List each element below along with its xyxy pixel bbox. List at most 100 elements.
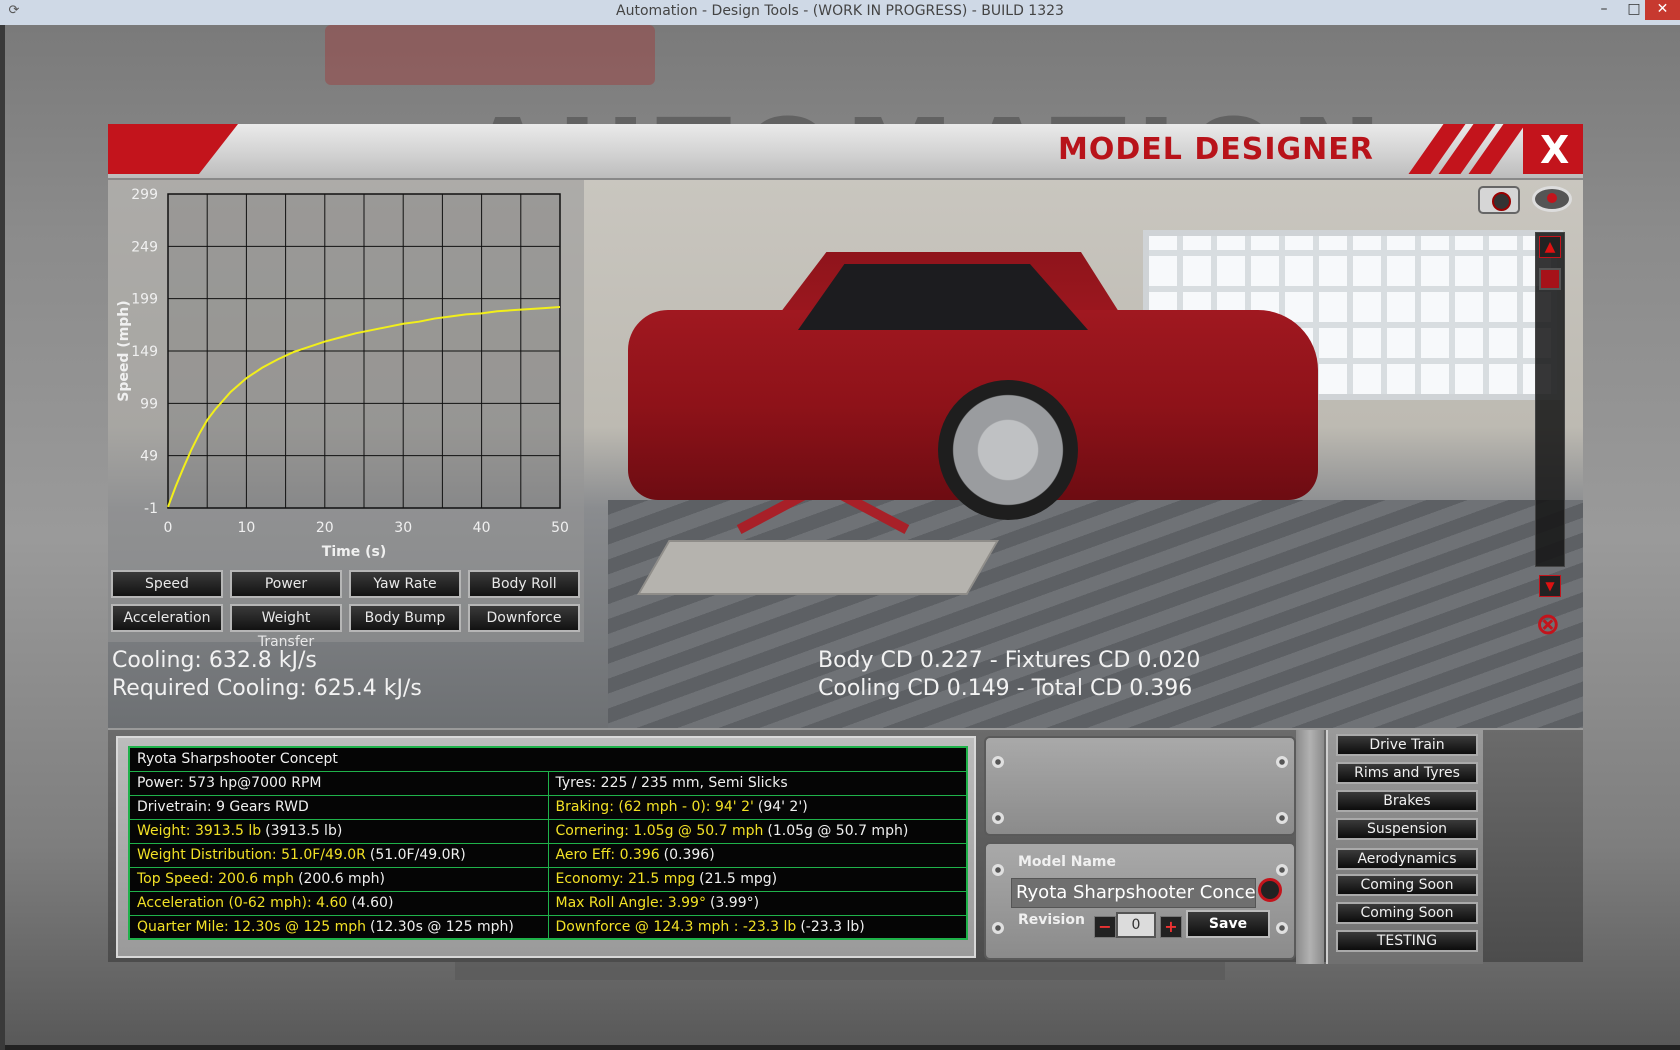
rivet [1276, 922, 1288, 934]
model-name-label: Model Name [1018, 854, 1116, 870]
menu-brakes[interactable]: Brakes [1336, 790, 1478, 812]
rivet [992, 922, 1004, 934]
chart-tab-body-bump[interactable]: Body Bump [349, 604, 461, 632]
stats-cell-left: Power: 573 hp@7000 RPM [128, 770, 549, 796]
background-banner [325, 25, 655, 85]
cooling-readout: Cooling: 632.8 kJ/s [112, 648, 317, 673]
x-tick-label: 10 [237, 520, 255, 536]
chart-tab-power[interactable]: Power [230, 570, 342, 598]
y-tick-label: 99 [140, 396, 158, 412]
minimize-button[interactable]: – [1590, 0, 1618, 20]
empty-plate [984, 736, 1296, 836]
model-name-plate: Model Name Ryota Sharpshooter Concept Re… [984, 842, 1296, 960]
panel-title: MODEL DESIGNER [1058, 132, 1374, 167]
chart-tab-weight-transfer[interactable]: Weight Transfer [230, 604, 342, 650]
chart-tab-acceleration[interactable]: Acceleration [111, 604, 223, 632]
stat-value: Aero Eff: 0.396 [555, 847, 660, 863]
y-tick-label: 299 [131, 187, 158, 203]
stat-value-baseline: (200.6 mph) [298, 871, 385, 887]
scrollbar-thumb[interactable] [1539, 268, 1561, 290]
window-title: Automation - Design Tools - (WORK IN PRO… [616, 3, 1064, 19]
stats-row: Top Speed: 200.6 mph (200.6 mph) Economy: … [128, 866, 968, 892]
chart-tab-yaw-rate[interactable]: Yaw Rate [349, 570, 461, 598]
stat-value-baseline: (4.60) [351, 895, 394, 911]
chart-tab-downforce[interactable]: Downforce [468, 604, 580, 632]
app-icon[interactable]: ⟳ [6, 3, 22, 19]
stat-value: Downforce @ 124.3 mph : -23.3 lb [555, 918, 797, 935]
stats-row: Weight Distribution: 51.0F/49.0R (51.0F/4… [128, 842, 968, 868]
menu-suspension[interactable]: Suspension [1336, 818, 1478, 840]
menu-testing[interactable]: TESTING [1336, 930, 1478, 952]
stat-value-baseline: (1.05g @ 50.7 mph) [767, 823, 909, 839]
menu-coming-soon[interactable]: Coming Soon [1336, 874, 1478, 896]
chart-tab-body-roll[interactable]: Body Roll [468, 570, 580, 598]
rivet [992, 756, 1004, 768]
y-tick-label: -1 [144, 501, 158, 517]
stats-row: Quarter Mile: 12.30s @ 125 mph (12.30s @ … [128, 914, 968, 940]
stat-value: Weight: 3913.5 lb [137, 823, 262, 839]
eye-icon[interactable] [1532, 186, 1572, 212]
model-designer-panel: MODEL DESIGNER X ▲ ▼ ⊗ Body CD 0.227 - F… [108, 124, 1583, 964]
x-tick-label: 50 [551, 520, 569, 536]
menu-coming-soon[interactable]: Coming Soon [1336, 902, 1478, 924]
stats-cell-right: Aero Eff: 0.396 (0.396) [547, 842, 968, 868]
stats-cell-left: Weight Distribution: 51.0F/49.0R (51.0F/4… [128, 842, 549, 868]
rivet [992, 812, 1004, 824]
stats-cell-left: Acceleration (0-62 mph): 4.60 (4.60) [128, 890, 549, 916]
x-tick-label: 30 [394, 520, 412, 536]
refresh-name-icon[interactable] [1258, 878, 1282, 902]
stats-cell-left: Drivetrain: 9 Gears RWD [128, 794, 549, 820]
menu-rims-and-tyres[interactable]: Rims and Tyres [1336, 762, 1478, 784]
stats-cell-left: Quarter Mile: 12.30s @ 125 mph (12.30s @ … [128, 914, 549, 940]
stat-value: Power: 573 hp@7000 RPM [137, 775, 322, 791]
stats-cell-right: Cornering: 1.05g @ 50.7 mph (1.05g @ 50.7… [547, 818, 968, 844]
bottom-info-panel: Ryota Sharpshooter Concept Power: 573 hp… [108, 728, 1583, 964]
window-close-button[interactable]: ✕ [1645, 0, 1680, 20]
y-tick-label: 249 [131, 239, 158, 255]
stats-cell-right: Tyres: 225 / 235 mm, Semi Slicks [547, 770, 968, 796]
chart-tab-speed[interactable]: Speed [111, 570, 223, 598]
revision-plus-button[interactable]: + [1160, 916, 1182, 938]
stat-value: Weight Distribution: 51.0F/49.0R [137, 847, 366, 863]
stats-row: Power: 573 hp@7000 RPM Tyres: 225 / 235 m… [128, 770, 968, 796]
car-wheel [938, 380, 1078, 520]
stat-value: Tyres: 225 / 235 mm, Semi Slicks [555, 775, 788, 791]
chevron-down-icon[interactable]: ▼ [1539, 575, 1561, 597]
stats-cell-right: Braking: (62 mph - 0): 94' 2' (94' 2') [547, 794, 968, 820]
y-tick-label: 199 [131, 292, 158, 308]
x-tick-label: 20 [316, 520, 334, 536]
rivet [1276, 812, 1288, 824]
stat-value: Braking: (62 mph - 0): 94' 2' [555, 799, 754, 815]
chevron-up-icon[interactable]: ▲ [1539, 236, 1561, 258]
close-button[interactable]: X [1540, 128, 1569, 172]
model-name-input[interactable]: Ryota Sharpshooter Concept [1011, 878, 1256, 908]
rivet [1276, 756, 1288, 768]
revision-value: 0 [1116, 912, 1156, 938]
maximize-button[interactable]: □ [1620, 0, 1648, 20]
lift-base [637, 540, 999, 595]
revision-label: Revision [1018, 912, 1085, 928]
x-tick-label: 40 [473, 520, 491, 536]
stat-value: Acceleration (0-62 mph): 4.60 [137, 895, 348, 911]
panel-header: MODEL DESIGNER X [108, 124, 1583, 180]
reset-view-icon[interactable]: ⊗ [1528, 610, 1568, 640]
stats-model-name: Ryota Sharpshooter Concept [128, 746, 968, 772]
menu-aerodynamics[interactable]: Aerodynamics [1336, 848, 1478, 870]
body-cd-readout: Body CD 0.227 - Fixtures CD 0.020 [818, 648, 1201, 673]
taskbar-strip [5, 1045, 1680, 1050]
bolt-column [1296, 730, 1324, 964]
stat-value: Cornering: 1.05g @ 50.7 mph [555, 823, 764, 839]
camera-icon[interactable] [1478, 186, 1520, 214]
stat-value-baseline: (-23.3 lb) [800, 918, 865, 935]
stat-value: Drivetrain: 9 Gears RWD [137, 799, 309, 815]
menu-drive-train[interactable]: Drive Train [1336, 734, 1478, 756]
stat-value: Max Roll Angle: 3.99° [555, 895, 706, 911]
stat-value: Economy: 21.5 mpg [555, 871, 696, 887]
stats-title-row: Ryota Sharpshooter Concept [128, 746, 968, 772]
stats-frame: Ryota Sharpshooter Concept Power: 573 hp… [116, 736, 976, 958]
stats-table: Ryota Sharpshooter Concept Power: 573 hp… [128, 746, 968, 940]
save-button[interactable]: Save [1186, 910, 1270, 938]
stat-value-baseline: (94' 2') [757, 799, 808, 815]
performance-chart-panel: 299 249 199 149 99 49 -1 0 10 20 30 40 50 Time (s) Spe… [108, 180, 584, 650]
revision-minus-button[interactable]: − [1094, 916, 1116, 938]
